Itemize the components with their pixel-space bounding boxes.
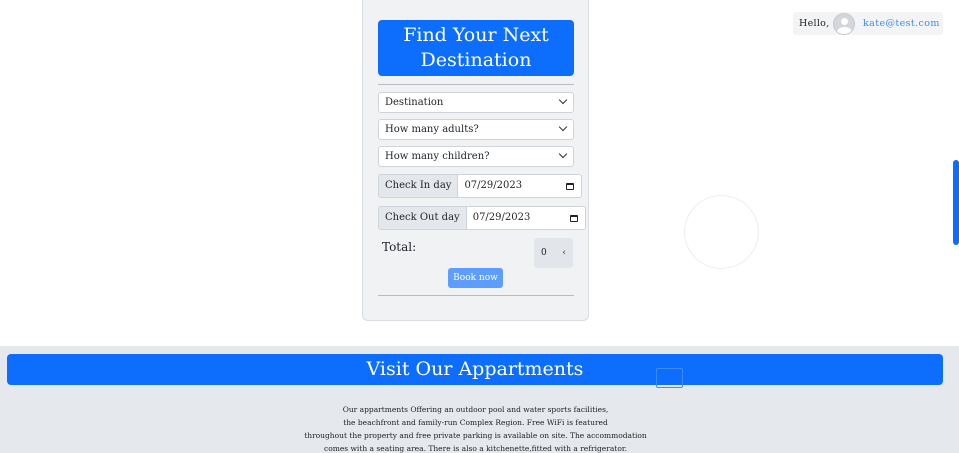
focus-outline [656,368,683,388]
checkout-group: Check Out day 07/29/2023 [378,206,586,230]
scrollbar-thumb[interactable] [953,160,959,245]
greeting-text: Hello, [799,18,830,29]
checkin-date-value: 07/29/2023 [464,180,523,191]
children-select-value: How many children? [385,151,490,162]
destination-select-value: Destination [385,97,444,108]
about-heading: Visit Our Appartments [7,354,943,385]
page: Find Your Next Destination Destination H… [0,0,959,453]
chevron-down-icon [558,149,568,159]
calendar-icon[interactable] [569,215,578,222]
decorative-circle [684,195,759,269]
checkin-date-input[interactable]: 07/29/2023 [458,174,583,198]
checkout-label: Check Out day [378,206,467,230]
divider [378,295,574,296]
chevron-down-icon [558,122,568,132]
checkin-label: Check In day [378,174,459,198]
adults-select[interactable]: How many adults? [378,119,574,140]
adults-select-value: How many adults? [385,124,479,135]
chevron-down-icon [558,95,568,105]
total-stepper[interactable]: 0 ‹ [534,238,573,268]
about-line: comes with a seating area. There is also… [324,444,627,453]
calendar-icon[interactable] [566,183,575,190]
booking-title-line2: Destination [420,49,532,71]
chevron-left-icon[interactable]: ‹ [562,238,566,268]
user-greeting: Hello, kate@test.com [793,12,943,35]
destination-select[interactable]: Destination [378,92,574,113]
checkin-group: Check In day 07/29/2023 [378,174,583,198]
about-description: Our appartments Offering an outdoor pool… [0,403,951,453]
booking-title-line1: Find Your Next [403,24,549,46]
children-select[interactable]: How many children? [378,146,574,167]
about-line: Our appartments Offering an outdoor pool… [342,405,609,414]
user-avatar-icon[interactable] [833,13,855,35]
booking-title: Find Your Next Destination [378,20,574,76]
book-now-button[interactable]: Book now [448,268,503,288]
about-section: Visit Our Appartments Our appartments Of… [0,346,959,453]
user-email-link[interactable]: kate@test.com [863,12,940,35]
total-label: Total: [382,240,417,254]
divider [378,84,574,85]
about-line: throughout the property and free private… [304,431,647,440]
checkout-date-value: 07/29/2023 [472,212,531,223]
checkout-date-input[interactable]: 07/29/2023 [466,206,586,230]
booking-card: Find Your Next Destination Destination H… [362,0,589,321]
total-value: 0 [541,248,547,258]
about-line: the beachfront and family-run Complex Re… [343,418,608,427]
